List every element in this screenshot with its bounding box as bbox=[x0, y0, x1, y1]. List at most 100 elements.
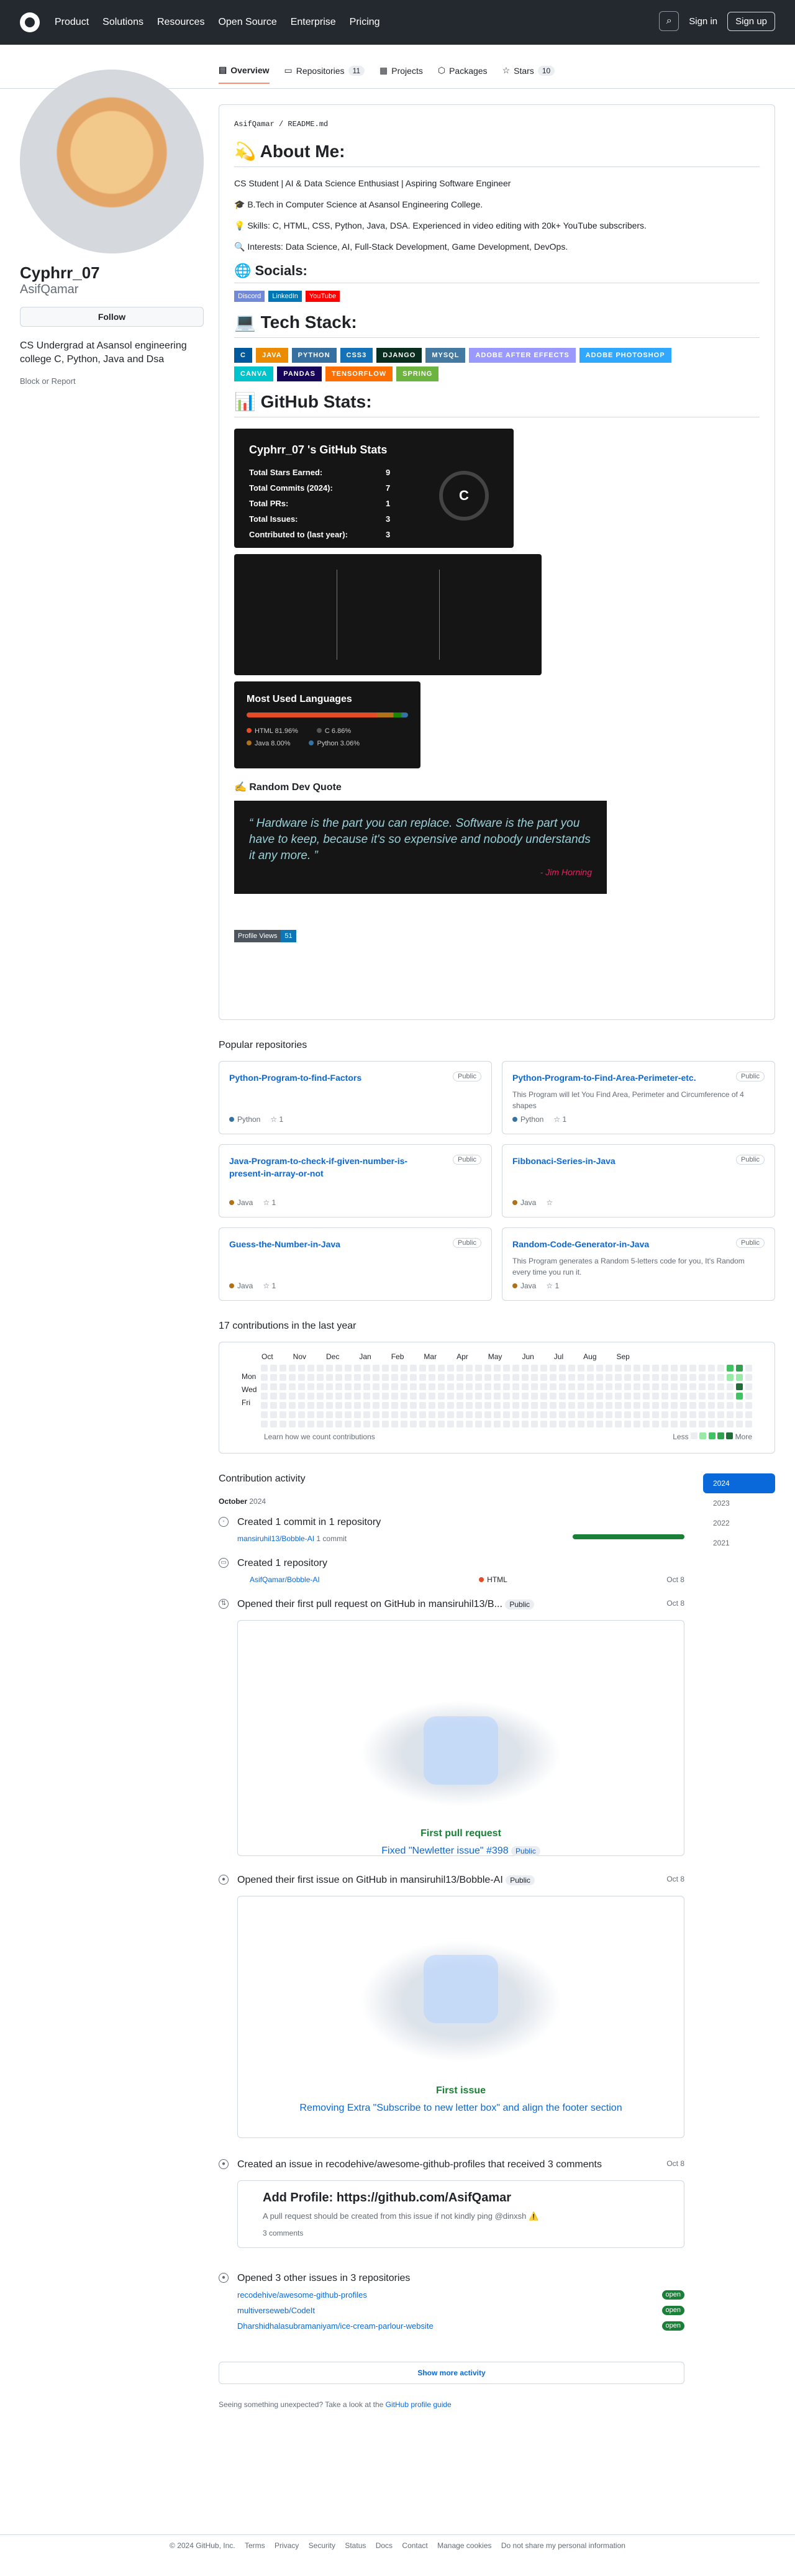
footer-link[interactable]: Privacy bbox=[275, 2541, 299, 2550]
contribution-cell[interactable] bbox=[550, 1393, 556, 1400]
contribution-cell[interactable] bbox=[550, 1374, 556, 1381]
contribution-cell[interactable] bbox=[717, 1383, 724, 1390]
contribution-cell[interactable] bbox=[307, 1411, 314, 1418]
contribution-cell[interactable] bbox=[587, 1411, 594, 1418]
contribution-cell[interactable] bbox=[447, 1402, 454, 1409]
repo-stars[interactable]: ☆ 1 bbox=[263, 1281, 276, 1290]
contribution-cell[interactable] bbox=[736, 1402, 743, 1409]
contribution-cell[interactable] bbox=[373, 1421, 379, 1427]
contribution-cell[interactable] bbox=[401, 1365, 407, 1372]
contribution-cell[interactable] bbox=[736, 1393, 743, 1400]
contribution-cell[interactable] bbox=[373, 1365, 379, 1372]
contribution-cell[interactable] bbox=[559, 1411, 566, 1418]
contribution-cell[interactable] bbox=[652, 1421, 659, 1427]
contribution-cell[interactable] bbox=[307, 1374, 314, 1381]
contribution-cell[interactable] bbox=[578, 1393, 584, 1400]
repo-name[interactable]: Fibbonaci-Series-in-Java bbox=[512, 1155, 724, 1167]
contribution-cell[interactable] bbox=[410, 1411, 417, 1418]
contribution-cell[interactable] bbox=[261, 1421, 268, 1427]
contribution-cell[interactable] bbox=[736, 1374, 743, 1381]
contribution-cell[interactable] bbox=[717, 1374, 724, 1381]
contribution-cell[interactable] bbox=[410, 1365, 417, 1372]
contribution-cell[interactable] bbox=[279, 1402, 286, 1409]
contribution-cell[interactable] bbox=[559, 1383, 566, 1390]
contribution-cell[interactable] bbox=[270, 1365, 277, 1372]
repo-link[interactable]: recodehive/awesome-github-profiles bbox=[237, 2290, 367, 2300]
contribution-cell[interactable] bbox=[401, 1393, 407, 1400]
contribution-cell[interactable] bbox=[689, 1365, 696, 1372]
block-report-link[interactable]: Block or Report bbox=[20, 376, 204, 386]
year-item[interactable]: 2021 bbox=[703, 1533, 775, 1553]
contribution-cell[interactable] bbox=[689, 1402, 696, 1409]
contribution-cell[interactable] bbox=[661, 1393, 668, 1400]
contribution-cell[interactable] bbox=[680, 1374, 687, 1381]
contribution-cell[interactable] bbox=[391, 1402, 398, 1409]
contribution-cell[interactable] bbox=[661, 1402, 668, 1409]
contribution-cell[interactable] bbox=[522, 1402, 529, 1409]
contribution-cell[interactable] bbox=[438, 1421, 445, 1427]
contribution-cell[interactable] bbox=[512, 1393, 519, 1400]
contribution-cell[interactable] bbox=[438, 1393, 445, 1400]
contribution-cell[interactable] bbox=[606, 1374, 612, 1381]
contribution-cell[interactable] bbox=[382, 1365, 389, 1372]
contribution-cell[interactable] bbox=[363, 1421, 370, 1427]
contribution-cell[interactable] bbox=[699, 1383, 706, 1390]
contribution-cell[interactable] bbox=[624, 1393, 631, 1400]
contribution-cell[interactable] bbox=[401, 1411, 407, 1418]
contribution-cell[interactable] bbox=[699, 1374, 706, 1381]
contribution-cell[interactable] bbox=[410, 1383, 417, 1390]
contribution-cell[interactable] bbox=[484, 1421, 491, 1427]
contribution-cell[interactable] bbox=[382, 1411, 389, 1418]
contribution-cell[interactable] bbox=[727, 1393, 734, 1400]
contribution-cell[interactable] bbox=[494, 1393, 501, 1400]
contribution-cell[interactable] bbox=[661, 1374, 668, 1381]
contribution-cell[interactable] bbox=[652, 1393, 659, 1400]
contribution-cell[interactable] bbox=[447, 1365, 454, 1372]
avatar[interactable] bbox=[20, 70, 204, 253]
show-more-button[interactable]: Show more activity bbox=[219, 2362, 684, 2384]
contribution-cell[interactable] bbox=[391, 1393, 398, 1400]
contribution-cell[interactable] bbox=[429, 1402, 435, 1409]
contribution-cell[interactable] bbox=[606, 1393, 612, 1400]
contribution-cell[interactable] bbox=[671, 1365, 678, 1372]
contribution-cell[interactable] bbox=[699, 1393, 706, 1400]
contribution-cell[interactable] bbox=[503, 1393, 510, 1400]
contribution-cell[interactable] bbox=[345, 1393, 352, 1400]
contribution-cell[interactable] bbox=[503, 1421, 510, 1427]
footer-link[interactable]: Manage cookies bbox=[437, 2541, 491, 2550]
nav-enterprise[interactable]: Enterprise bbox=[291, 17, 336, 28]
contribution-cell[interactable] bbox=[624, 1383, 631, 1390]
contribution-cell[interactable] bbox=[512, 1383, 519, 1390]
contribution-cell[interactable] bbox=[335, 1374, 342, 1381]
contribution-cell[interactable] bbox=[419, 1402, 426, 1409]
contribution-cell[interactable] bbox=[270, 1421, 277, 1427]
contribution-cell[interactable] bbox=[484, 1365, 491, 1372]
contribution-cell[interactable] bbox=[363, 1393, 370, 1400]
contribution-cell[interactable] bbox=[615, 1421, 622, 1427]
contribution-cell[interactable] bbox=[373, 1374, 379, 1381]
contribution-cell[interactable] bbox=[531, 1421, 538, 1427]
contribution-cell[interactable] bbox=[512, 1365, 519, 1372]
contribution-cell[interactable] bbox=[429, 1393, 435, 1400]
contribution-cell[interactable] bbox=[475, 1393, 482, 1400]
contribution-cell[interactable] bbox=[335, 1411, 342, 1418]
contribution-cell[interactable] bbox=[745, 1421, 752, 1427]
contribution-cell[interactable] bbox=[503, 1383, 510, 1390]
contribution-cell[interactable] bbox=[279, 1393, 286, 1400]
contribution-cell[interactable] bbox=[568, 1402, 575, 1409]
contribution-cell[interactable] bbox=[727, 1421, 734, 1427]
contribution-cell[interactable] bbox=[289, 1393, 296, 1400]
contribution-cell[interactable] bbox=[438, 1402, 445, 1409]
contribution-cell[interactable] bbox=[447, 1383, 454, 1390]
contribution-cell[interactable] bbox=[261, 1383, 268, 1390]
year-item[interactable]: 2024 bbox=[703, 1473, 775, 1493]
contribution-cell[interactable] bbox=[736, 1421, 743, 1427]
contribution-cell[interactable] bbox=[326, 1383, 333, 1390]
sign-up-button[interactable]: Sign up bbox=[727, 11, 775, 31]
pr-link[interactable]: Fixed "Newletter issue" #398 bbox=[381, 1846, 508, 1856]
contribution-cell[interactable] bbox=[512, 1374, 519, 1381]
contribution-cell[interactable] bbox=[736, 1383, 743, 1390]
contribution-cell[interactable] bbox=[391, 1411, 398, 1418]
contribution-cell[interactable] bbox=[634, 1374, 640, 1381]
contribution-cell[interactable] bbox=[568, 1393, 575, 1400]
